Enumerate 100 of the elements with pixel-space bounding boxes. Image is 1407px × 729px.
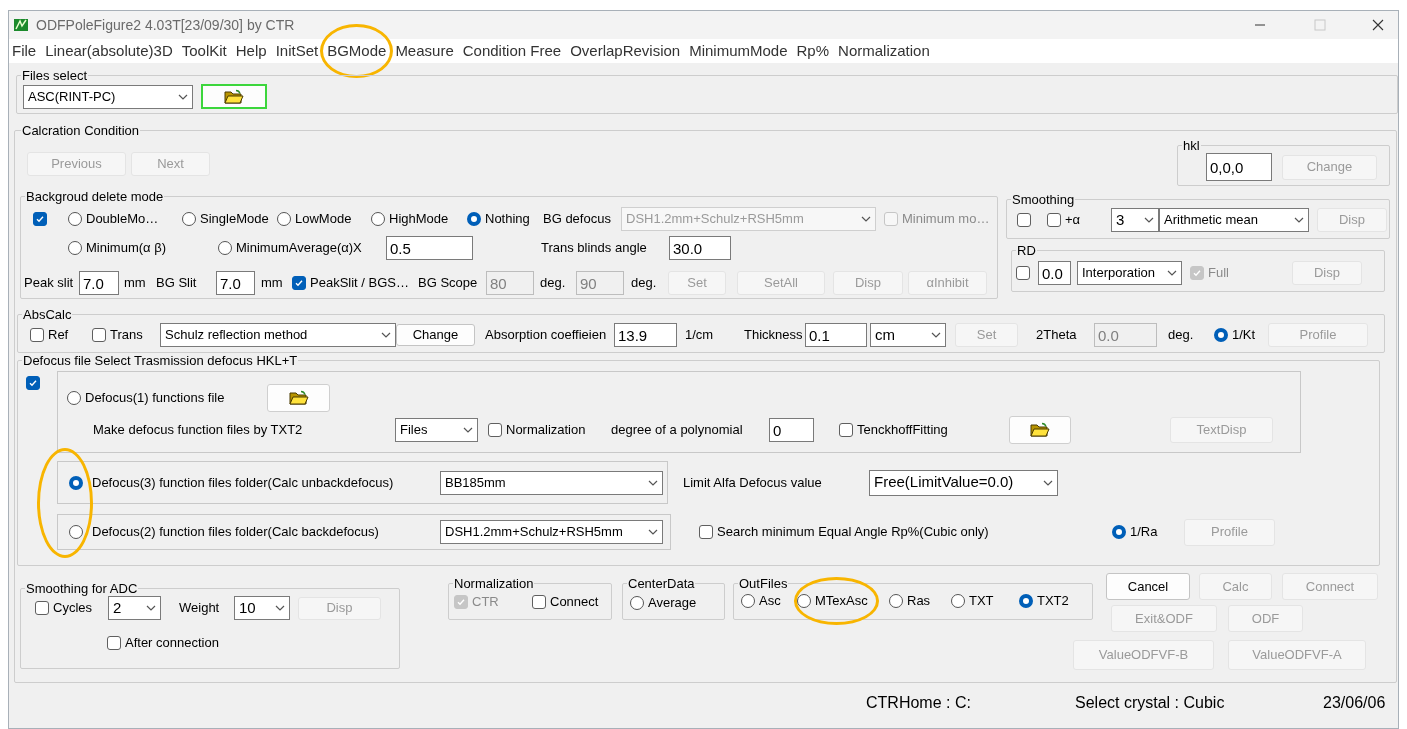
radio-button[interactable] [1214, 328, 1228, 342]
dropdown[interactable]: cm [870, 323, 946, 347]
text-field[interactable]: 0.1 [805, 323, 867, 347]
checkbox[interactable] [35, 601, 49, 615]
window-title: ODFPoleFigure2 4.03T[23/09/30] by CTR [36, 15, 295, 35]
radio-button[interactable] [68, 212, 82, 226]
radio-label: Defocus(2) function files folder(Calc backdefocus) [92, 523, 379, 542]
group-title: AbsCalc [22, 307, 73, 322]
checkbox[interactable] [92, 328, 106, 342]
checkbox[interactable] [33, 212, 47, 226]
label: deg. [1168, 326, 1195, 345]
radio-label: TXT2 [1037, 592, 1069, 611]
radio-button[interactable] [741, 594, 755, 608]
label: BG Scope [418, 274, 479, 293]
dropdown[interactable]: Free(LimitValue=0.0) [869, 469, 1058, 496]
dropdown[interactable]: Files [395, 418, 478, 442]
dropdown[interactable]: Interporation [1077, 261, 1182, 285]
radio-button[interactable] [67, 391, 81, 405]
text-field[interactable]: 0.0 [1038, 261, 1071, 285]
radio-button[interactable] [951, 594, 965, 608]
chevron-down-icon [861, 216, 871, 222]
menu-item[interactable]: File [12, 39, 37, 63]
radio-label: Defocus(3) function files folder(Calc unbackdefocus) [92, 473, 394, 492]
menu-item[interactable]: ToolKit [181, 39, 227, 63]
text-field[interactable]: 0,0,0 [1206, 153, 1272, 181]
check-icon [294, 278, 304, 288]
label: mm [124, 274, 147, 293]
open-file-button[interactable] [1009, 416, 1071, 444]
radio-button[interactable] [182, 212, 196, 226]
text-field[interactable]: 7.0 [216, 271, 255, 295]
group-title: Files select [21, 68, 89, 83]
checkbox[interactable] [488, 423, 502, 437]
radio-label: Ras [907, 592, 931, 611]
button[interactable]: Change [396, 324, 475, 346]
dropdown[interactable]: ASC(RINT-PC) [23, 84, 193, 109]
maximize-icon [1314, 19, 1326, 31]
checkbox-label: CTR [472, 593, 499, 612]
menu-item[interactable]: OverlapRevision [570, 39, 681, 63]
radio-button[interactable] [889, 594, 903, 608]
radio-button[interactable] [218, 241, 232, 255]
check-icon [456, 597, 466, 607]
menu-item[interactable]: Help [235, 39, 267, 63]
menu-item[interactable]: Rp% [796, 39, 830, 63]
dropdown[interactable]: DSH1.2mm+Schulz+RSH5mm [440, 520, 663, 544]
radio-button[interactable] [797, 594, 811, 608]
dropdown[interactable]: 3 [1111, 208, 1159, 232]
dropdown[interactable]: 2 [108, 596, 161, 620]
menu-item[interactable]: Condition Free [462, 39, 562, 63]
menu-item[interactable]: Normalization [838, 39, 930, 63]
radio-label: Defocus(1) functions file [85, 389, 225, 408]
check-icon [35, 214, 45, 224]
checkbox[interactable] [1016, 266, 1030, 280]
radio-label: Minimum(α β) [86, 239, 166, 258]
radio-button[interactable] [68, 241, 82, 255]
radio-button[interactable] [277, 212, 291, 226]
checkbox-label: Cycles [53, 599, 92, 618]
dropdown[interactable]: 10 [234, 596, 290, 620]
checkbox[interactable] [839, 423, 853, 437]
checkbox[interactable] [292, 276, 306, 290]
text-field[interactable]: 7.0 [79, 271, 119, 295]
checkbox[interactable] [30, 328, 44, 342]
radio-button[interactable] [69, 525, 83, 539]
checkbox[interactable] [1017, 213, 1031, 227]
menu-item[interactable]: BGMode [327, 39, 387, 63]
radio-button[interactable] [1019, 594, 1033, 608]
menu-item[interactable]: Linear(absolute)3D [45, 39, 173, 63]
open-file-button[interactable] [267, 384, 330, 412]
dropdown[interactable]: BB185mm [440, 470, 663, 495]
chevron-down-icon [381, 332, 391, 338]
checkbox-label: Ref [48, 326, 69, 345]
checkbox[interactable] [107, 636, 121, 650]
radio-button[interactable] [69, 475, 83, 490]
radio-label: Asc [759, 592, 781, 611]
menu-item[interactable]: MinimumMode [689, 39, 788, 63]
checkbox[interactable] [699, 525, 713, 539]
menu-item[interactable]: Measure [395, 39, 454, 63]
checkbox[interactable] [532, 595, 546, 609]
checkbox-label: Connect [550, 593, 599, 612]
radio-button[interactable] [1112, 525, 1126, 539]
checkbox[interactable] [1047, 213, 1061, 227]
text-field[interactable]: 0.5 [386, 236, 473, 260]
dropdown[interactable]: Schulz reflection method [160, 323, 396, 347]
label: Weight [179, 599, 221, 618]
dropdown[interactable]: Arithmetic mean [1159, 208, 1309, 232]
checkbox-label: Full [1208, 264, 1229, 283]
radio-button[interactable] [371, 212, 385, 226]
text-field[interactable]: 0 [769, 418, 814, 442]
group-title: Calcration Condition [21, 123, 141, 138]
text-field[interactable]: 13.9 [614, 323, 677, 347]
chevron-down-icon [931, 332, 941, 338]
open-file-button[interactable] [201, 84, 267, 109]
menu-item[interactable]: InitSet [275, 39, 319, 63]
text-field[interactable]: 30.0 [669, 236, 731, 260]
button[interactable]: Cancel [1106, 573, 1190, 600]
radio-button[interactable] [630, 596, 644, 610]
chevron-down-icon [275, 605, 285, 611]
folder-icon [1030, 422, 1050, 438]
group-title: hkl [1182, 138, 1201, 153]
radio-button[interactable] [467, 212, 481, 226]
checkbox[interactable] [26, 376, 40, 390]
